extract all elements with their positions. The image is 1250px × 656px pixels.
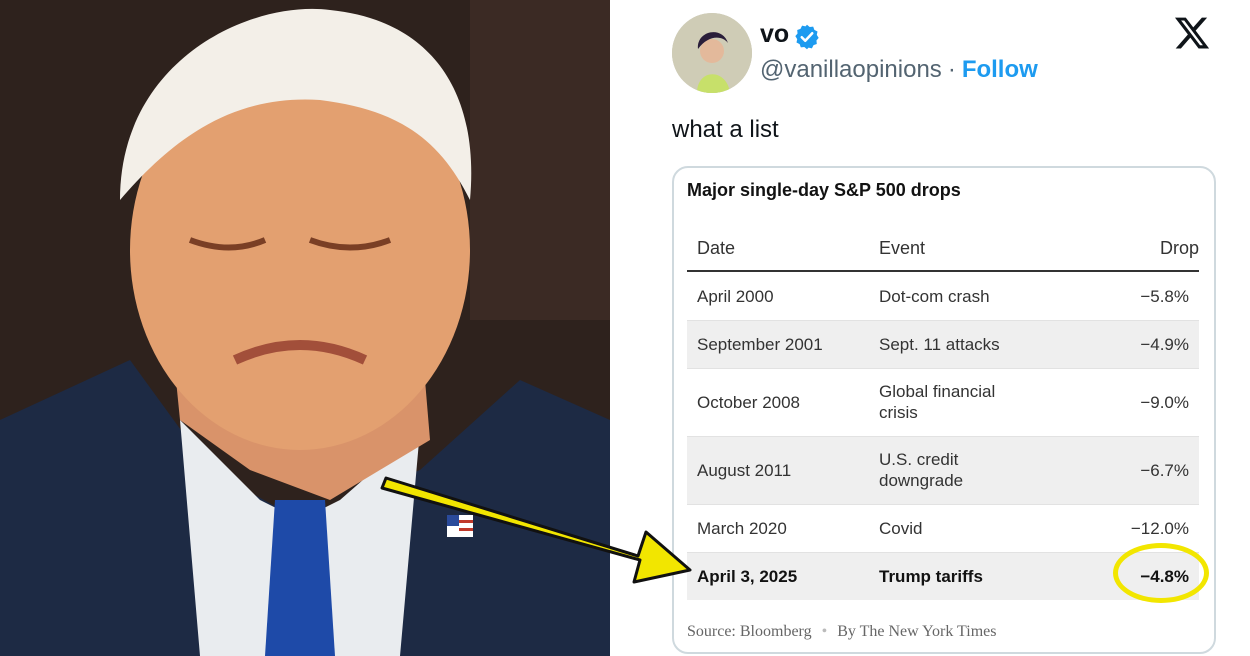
- yellow-arrow-icon: [380, 476, 692, 584]
